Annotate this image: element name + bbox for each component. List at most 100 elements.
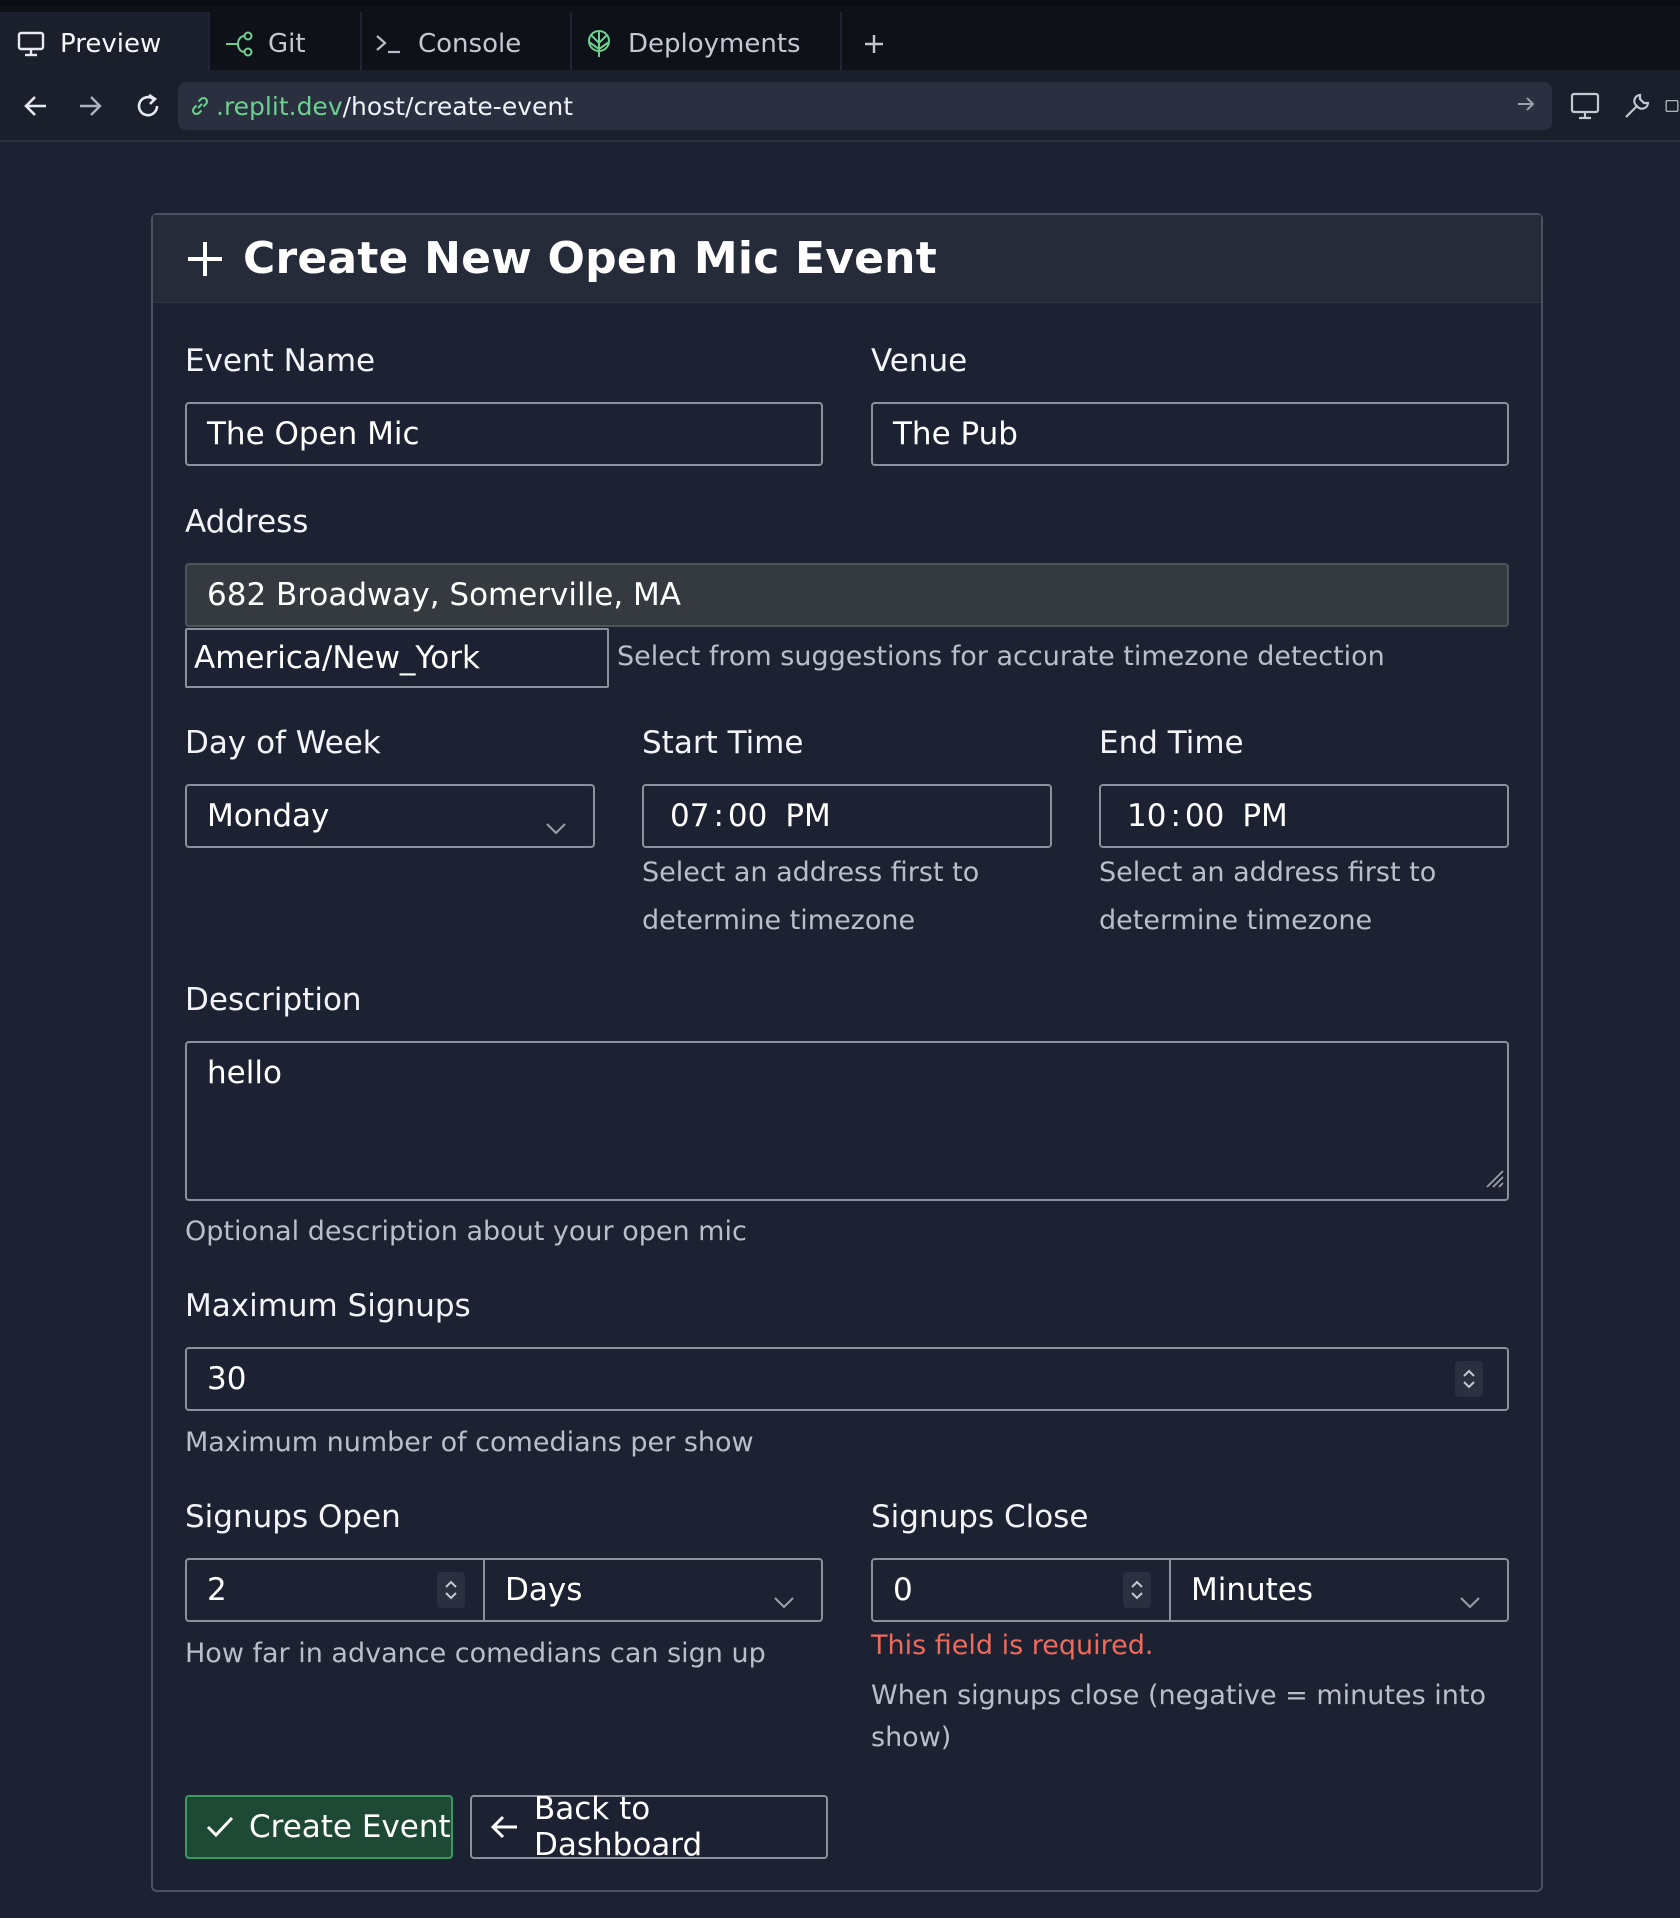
- end-time-help-line1: Select an address first to: [1099, 857, 1437, 888]
- create-event-button[interactable]: Create Event: [185, 1795, 453, 1859]
- event-name-value: The Open Mic: [207, 416, 420, 452]
- url-bar[interactable]: .replit.dev/host/create-event: [178, 82, 1552, 130]
- start-time-help-line1: Select an address first to: [642, 857, 980, 888]
- stepper-icon[interactable]: [1455, 1361, 1483, 1397]
- git-branch-icon: [224, 29, 254, 59]
- venue-input[interactable]: The Pub: [871, 402, 1509, 466]
- start-time-input[interactable]: 07 : 00 PM: [642, 784, 1052, 848]
- tab-preview-label: Preview: [60, 29, 162, 59]
- signups-close-help-text: When signups close (negative = minutes i…: [871, 1675, 1486, 1759]
- wrench-icon: [1625, 93, 1650, 118]
- signups-close-help-line1: When signups close (negative = minutes i…: [871, 1680, 1486, 1711]
- tab-preview[interactable]: Preview: [0, 12, 208, 76]
- signups-open-help-text: How far in advance comedians can sign up: [185, 1638, 766, 1669]
- tab-git-label: Git: [268, 29, 306, 59]
- create-event-label: Create Event: [249, 1809, 451, 1845]
- start-time-label: Start Time: [642, 725, 804, 761]
- description-help-text: Optional description about your open mic: [185, 1216, 747, 1247]
- signups-close-unit-select[interactable]: Minutes: [1171, 1558, 1509, 1622]
- monitor-icon: [16, 29, 46, 59]
- devices-button[interactable]: [1563, 84, 1607, 128]
- forward-nav-button[interactable]: [68, 84, 112, 128]
- reload-icon: [137, 93, 159, 117]
- signups-open-label: Signups Open: [185, 1499, 401, 1535]
- chevron-down-icon: [773, 1582, 795, 1618]
- window-icon: [1665, 100, 1679, 112]
- back-nav-button[interactable]: [14, 84, 58, 128]
- back-to-dashboard-button[interactable]: Back to Dashboard: [470, 1791, 828, 1863]
- create-event-card: Create New Open Mic Event Event Name The…: [151, 213, 1543, 1892]
- chevron-down-icon: [1459, 1582, 1481, 1618]
- stepper-icon[interactable]: [437, 1572, 465, 1608]
- signups-open-unit-select[interactable]: Days: [485, 1558, 823, 1622]
- start-time-period[interactable]: PM: [785, 798, 830, 834]
- arrow-right-icon: [80, 96, 102, 116]
- start-time-help-line2: determine timezone: [642, 905, 916, 936]
- signups-close-unit-value: Minutes: [1191, 1572, 1314, 1608]
- page-title: Create New Open Mic Event: [243, 233, 937, 284]
- link-icon: [188, 94, 212, 118]
- browser-navigation-bar: .replit.dev/host/create-event: [0, 70, 1680, 142]
- new-window-button[interactable]: [1664, 84, 1680, 128]
- devtools-button[interactable]: [1615, 84, 1659, 128]
- tab-git[interactable]: Git: [210, 12, 360, 76]
- tab-console[interactable]: Console: [362, 12, 570, 76]
- start-time-help-text: Select an address first to determine tim…: [642, 849, 979, 945]
- max-signups-value: 30: [207, 1361, 247, 1397]
- tab-divider: [840, 12, 842, 76]
- timezone-value: America/New_York: [194, 640, 480, 676]
- stepper-icon[interactable]: [1123, 1572, 1151, 1608]
- tab-deployments-label: Deployments: [628, 29, 801, 59]
- card-header: Create New Open Mic Event: [153, 215, 1541, 303]
- timezone-field[interactable]: America/New_York: [185, 628, 609, 688]
- event-name-input[interactable]: The Open Mic: [185, 402, 823, 466]
- venue-value: The Pub: [893, 416, 1018, 452]
- tab-deployments[interactable]: Deployments: [572, 12, 840, 76]
- end-time-hour[interactable]: 10: [1127, 798, 1166, 834]
- arrow-left-icon: [24, 96, 46, 116]
- description-value: hello: [207, 1055, 282, 1091]
- end-time-help-line2: determine timezone: [1099, 905, 1373, 936]
- signups-close-amount-input[interactable]: 0: [871, 1558, 1171, 1622]
- max-signups-input[interactable]: 30: [185, 1347, 1509, 1411]
- address-label: Address: [185, 504, 309, 540]
- start-time-minute[interactable]: 00: [728, 798, 767, 834]
- url-domain: .replit.dev: [216, 91, 343, 121]
- new-tab-button[interactable]: [862, 12, 886, 76]
- back-to-dashboard-label: Back to Dashboard: [534, 1791, 703, 1863]
- end-time-period[interactable]: PM: [1242, 798, 1287, 834]
- arrow-right-icon[interactable]: [1514, 92, 1538, 122]
- tab-console-label: Console: [418, 29, 522, 59]
- time-separator: :: [713, 798, 724, 834]
- address-value: 682 Broadway, Somerville, MA: [207, 577, 681, 613]
- deployments-icon: [584, 29, 614, 59]
- end-time-input[interactable]: 10 : 00 PM: [1099, 784, 1509, 848]
- address-input[interactable]: 682 Broadway, Somerville, MA: [185, 563, 1509, 627]
- day-of-week-select[interactable]: Monday: [185, 784, 595, 848]
- workspace-tab-bar: Preview Git Console Deployments: [0, 0, 1680, 76]
- reload-button[interactable]: [126, 84, 170, 128]
- url-path: /host/create-event: [342, 91, 574, 121]
- arrow-left-icon: [490, 1814, 520, 1840]
- plus-icon: [185, 239, 225, 279]
- signups-close-label: Signups Close: [871, 1499, 1089, 1535]
- signups-open-amount-value: 2: [207, 1572, 227, 1608]
- terminal-icon: [374, 29, 404, 59]
- signups-close-help-line2: show): [871, 1722, 952, 1753]
- day-of-week-value: Monday: [207, 798, 330, 834]
- end-time-minute[interactable]: 00: [1185, 798, 1224, 834]
- day-of-week-label: Day of Week: [185, 725, 381, 761]
- max-signups-help-text: Maximum number of comedians per show: [185, 1427, 754, 1458]
- time-separator: :: [1170, 798, 1181, 834]
- resize-grip-icon[interactable]: [1479, 1161, 1505, 1197]
- signups-close-amount-value: 0: [893, 1572, 913, 1608]
- max-signups-label: Maximum Signups: [185, 1288, 471, 1324]
- end-time-label: End Time: [1099, 725, 1244, 761]
- check-icon: [205, 1814, 235, 1840]
- plus-icon: [865, 35, 883, 53]
- start-time-hour[interactable]: 07: [670, 798, 709, 834]
- description-textarea[interactable]: hello: [185, 1041, 1509, 1201]
- chevron-down-icon: [545, 808, 567, 844]
- event-name-label: Event Name: [185, 343, 376, 379]
- signups-open-amount-input[interactable]: 2: [185, 1558, 485, 1622]
